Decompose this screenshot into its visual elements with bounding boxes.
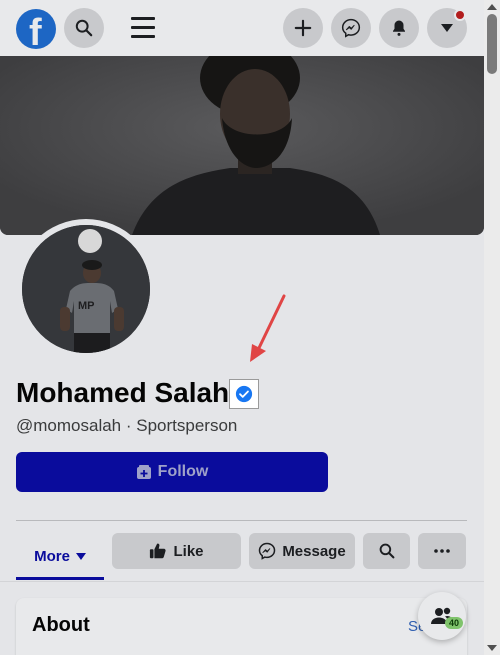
- notifications-button[interactable]: [379, 8, 419, 48]
- message-button-label: Message: [282, 542, 346, 560]
- facebook-logo[interactable]: f: [16, 9, 56, 49]
- search-icon: [75, 19, 93, 37]
- follow-page-icon: [136, 465, 151, 479]
- follow-button-label: Follow: [157, 463, 209, 480]
- top-navigation-bar: f: [0, 0, 484, 56]
- annotation-arrow: [250, 294, 286, 362]
- message-button[interactable]: Message: [249, 533, 355, 569]
- more-options-button[interactable]: [418, 533, 466, 569]
- messenger-icon: [259, 542, 276, 560]
- page-scrollbar[interactable]: [484, 0, 500, 655]
- more-tab-label: More: [34, 547, 70, 565]
- thumbs-up-icon: [150, 543, 167, 559]
- verified-check-icon: [235, 385, 253, 403]
- profile-subtitle: @momosalah · Sportsperson: [16, 416, 238, 435]
- facebook-logo-letter: f: [29, 12, 42, 49]
- messenger-button[interactable]: [331, 8, 371, 48]
- like-button[interactable]: Like: [112, 533, 241, 569]
- contacts-count-badge: 40: [445, 617, 463, 629]
- create-button[interactable]: [283, 8, 323, 48]
- notification-dot: [454, 9, 466, 21]
- messenger-icon: [341, 18, 361, 38]
- search-icon: [379, 543, 394, 559]
- follow-button[interactable]: Follow: [16, 452, 328, 492]
- scroll-up-arrow-icon[interactable]: [487, 4, 497, 10]
- more-tab[interactable]: More: [16, 532, 104, 580]
- about-title: About: [32, 614, 90, 636]
- cover-photo[interactable]: [0, 56, 484, 235]
- header-bottom-border: [0, 581, 484, 582]
- menu-button[interactable]: [131, 17, 155, 39]
- plus-icon: [294, 19, 312, 37]
- svg-text:MP: MP: [78, 300, 95, 312]
- profile-picture-image: MP: [22, 225, 150, 353]
- profile-picture-frame[interactable]: MP: [16, 219, 156, 359]
- caret-down-icon: [75, 552, 86, 560]
- scroll-down-arrow-icon[interactable]: [487, 645, 497, 651]
- active-tab-indicator: [16, 577, 104, 580]
- profile-picture[interactable]: MP: [20, 223, 152, 355]
- bell-icon: [393, 20, 405, 36]
- search-button[interactable]: [64, 8, 104, 48]
- contacts-floating-button[interactable]: 40: [418, 592, 466, 640]
- verified-badge[interactable]: [229, 379, 259, 409]
- like-button-label: Like: [173, 542, 204, 560]
- scrollbar-thumb[interactable]: [487, 14, 497, 74]
- cover-photo-image: [0, 56, 484, 235]
- page-search-button[interactable]: [363, 533, 410, 569]
- about-card: About Se: [16, 598, 467, 655]
- ellipsis-icon: [434, 549, 450, 553]
- caret-down-icon: [441, 24, 453, 32]
- profile-name: Mohamed Salah: [16, 377, 230, 408]
- section-divider: [16, 520, 467, 521]
